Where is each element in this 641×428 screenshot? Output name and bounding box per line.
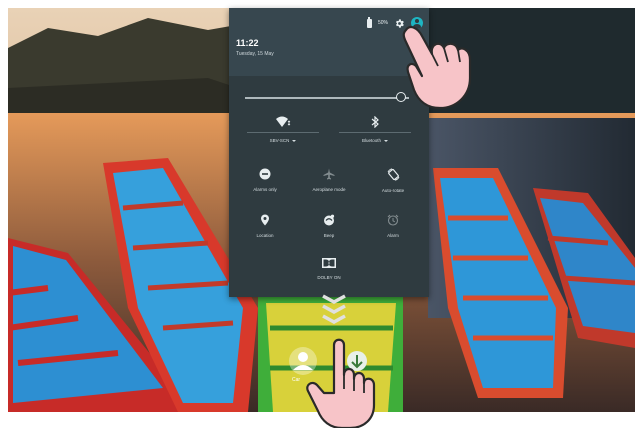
clock-time: 11:22 — [236, 38, 259, 48]
tile-location[interactable]: Location — [243, 214, 287, 238]
airplane-icon — [323, 168, 335, 180]
tile-label: DOLBY ON — [317, 275, 341, 280]
tile-alarms-only[interactable]: Alarms only — [243, 168, 287, 192]
chevron-down-icon — [292, 139, 297, 142]
do-not-disturb-icon — [259, 168, 271, 180]
clock-date: Tuesday, 15 May — [236, 51, 274, 57]
tile-label: Alarm — [387, 233, 399, 238]
location-icon — [261, 214, 269, 226]
battery-icon — [366, 17, 372, 28]
bluetooth-label: Bluetooth — [361, 138, 381, 143]
quick-settings-header: 50% 11:22 Tuesday, 15 May — [229, 8, 429, 76]
tile-label: Alarms only — [253, 187, 277, 192]
tile-label: Auto-rotate — [381, 188, 405, 193]
pointing-hand-icon — [402, 26, 472, 110]
tile-auto-rotate[interactable]: Auto-rotate — [371, 168, 415, 193]
swiping-hand-icon — [306, 338, 376, 428]
wifi-network-label: SBV-SCN — [269, 138, 290, 143]
wifi-toggle[interactable]: SBV-SCN — [247, 116, 319, 143]
tile-alarm[interactable]: Alarm — [371, 214, 415, 238]
beep-icon — [324, 214, 335, 226]
bluetooth-toggle-label-row[interactable]: Bluetooth — [339, 138, 411, 143]
wifi-toggle-divider — [247, 132, 319, 133]
tile-label: Aeroplane mode — [312, 187, 346, 192]
home-shortcut-label: Car — [292, 377, 301, 383]
wifi-icon — [276, 116, 291, 127]
auto-rotate-icon — [387, 168, 399, 181]
bluetooth-toggle-divider — [339, 132, 411, 133]
tile-label: Location — [256, 233, 274, 238]
dolby-icon — [322, 258, 336, 268]
tile-aeroplane-mode[interactable]: Aeroplane mode — [307, 168, 351, 192]
tile-beep[interactable]: Beep — [307, 214, 351, 238]
tile-label: Beep — [323, 233, 335, 238]
bluetooth-icon — [371, 116, 379, 128]
bluetooth-toggle[interactable]: Bluetooth — [339, 116, 411, 143]
alarm-icon — [387, 214, 399, 226]
chevron-down-icon — [384, 139, 388, 142]
swipe-down-chevrons-icon — [322, 294, 346, 324]
battery-level-text: 50% — [377, 20, 388, 26]
brightness-slider[interactable] — [245, 97, 409, 99]
tile-dolby[interactable]: DOLBY ON — [307, 258, 351, 280]
wifi-toggle-label-row[interactable]: SBV-SCN — [247, 138, 319, 143]
quick-settings-panel: 50% 11:22 Tuesday, 15 May SBV-SCN Blueto… — [229, 8, 429, 297]
